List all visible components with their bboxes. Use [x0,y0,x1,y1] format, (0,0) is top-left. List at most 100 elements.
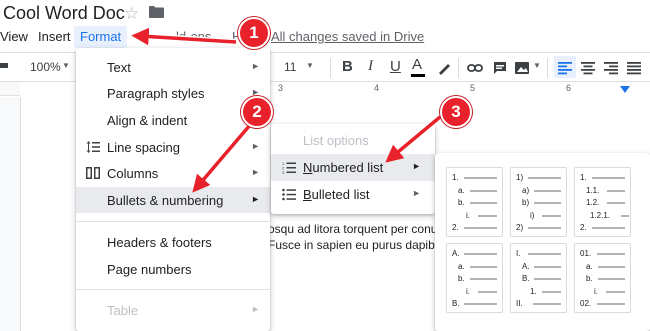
menu-item-paragraph-styles[interactable]: Paragraph styles ► [76,80,270,106]
document-title[interactable]: Cool Word Doc [3,3,125,24]
preset-line-placeholder [470,265,497,268]
preset-line: 1.2.1. [575,211,630,221]
menu-view[interactable]: View [0,29,28,44]
preset-line-placeholder [534,265,561,268]
text-color-button[interactable]: A [411,56,425,77]
preset-line-placeholder [607,189,625,192]
menu-item-label: Text [107,60,131,75]
preset-marker: I. [516,249,521,258]
list-preset[interactable]: I. A. B. 1. II. [510,243,567,313]
preset-marker: i. [594,286,598,296]
align-center-icon[interactable] [580,60,596,76]
preset-line: 2. [575,223,630,233]
preset-line: 1.2. [575,198,630,208]
justify-icon[interactable] [626,60,642,76]
preset-line-placeholder [478,290,497,293]
menu-item-line-spacing[interactable]: Line spacing ► [76,134,270,160]
menu-add-ons[interactable]: ld-ons [176,29,211,44]
preset-line-placeholder [592,177,625,179]
folder-icon[interactable] [149,6,164,18]
preset-line: B. [447,299,502,309]
menu-insert[interactable]: Insert [38,29,71,44]
menu-item-headers-footers[interactable]: Headers & footers [76,229,270,255]
preset-line: i. [575,287,630,297]
preset-line: A. [447,249,502,259]
preset-marker: i. [466,286,470,296]
preset-line: A. [511,262,566,272]
align-left-icon[interactable] [557,60,573,76]
preset-line-placeholder [542,214,561,217]
save-status-link[interactable]: All changes saved in Drive [271,29,424,44]
menu-item-label: Page numbers [107,262,192,277]
menu-item-bulleted-list[interactable]: Bulleted list ► [271,181,435,208]
columns-icon [86,167,100,179]
star-icon[interactable]: ☆ [124,4,139,24]
text-color-bar [411,74,425,77]
insert-image-icon[interactable] [514,60,530,76]
callout-badge-3: 3 [440,96,472,128]
menu-item-page-numbers[interactable]: Page numbers [76,256,270,282]
font-size-select[interactable]: 11 [284,60,296,74]
comment-icon[interactable] [492,60,508,76]
menu-item-text[interactable]: Text ► [76,54,270,80]
preset-line-placeholder [528,227,561,229]
preset-line-placeholder [464,303,497,305]
preset-marker: a. [458,261,465,271]
preset-line: i) [511,211,566,221]
list-preset[interactable]: A. a. b. i. B. [446,243,503,313]
menu-item-numbered-list[interactable]: 1 2 3 Numbered list ► [271,154,435,181]
preset-marker: 2. [580,223,587,232]
preset-marker: b. [586,274,593,283]
numbered-list-presets: 1. a. b. i. 2. 1) a) b) i) 2) 1. 1.1. 1.2. 1.2.1. 2.… [435,153,650,331]
submenu-arrow-icon: ► [412,161,421,171]
list-preset[interactable]: 1) a) b) i) 2) [510,167,567,237]
menu-item-bullets-numbering[interactable]: Bullets & numbering ► [76,187,270,213]
preset-line: b) [511,198,566,208]
menu-format[interactable]: Format [74,26,128,48]
preset-line: 2) [511,223,566,233]
italic-button[interactable]: I [368,58,373,75]
menu-item-label: Columns [107,166,159,181]
preset-line-placeholder [470,189,497,192]
preset-marker: 1.2. [586,198,600,207]
callout-badge-2: 2 [241,96,273,128]
list-preset[interactable]: 1. 1.1. 1.2. 1.2.1. 2. [574,167,631,237]
right-indent-marker[interactable] [620,86,630,93]
list-preset[interactable]: 1. a. b. i. 2. [446,167,503,237]
align-right-icon[interactable] [603,60,619,76]
preset-line: B. [511,274,566,284]
preset-line-placeholder [607,202,625,204]
paint-format-icon[interactable] [0,60,10,76]
preset-marker: II. [516,299,523,308]
preset-line: a. [575,262,630,272]
zoom-dropdown-icon[interactable]: ▼ [62,61,70,70]
preset-line-placeholder [478,214,497,217]
image-dropdown-icon[interactable]: ▼ [533,61,541,70]
preset-marker: 1. [452,173,459,182]
menu-item-label: Paragraph styles [107,86,205,101]
zoom-select[interactable]: 100% [30,60,61,74]
font-size-dropdown-icon[interactable]: ▼ [306,61,314,70]
svg-text:3: 3 [282,170,285,174]
preset-line: a. [447,262,502,272]
highlight-icon[interactable] [436,60,452,76]
preset-line: 1.1. [575,186,630,196]
menu-item-table: Table ► [76,297,270,323]
preset-line: 1. [447,173,502,183]
line-spacing-icon [86,141,100,153]
preset-marker: 2. [452,223,459,232]
menu-divider [76,289,270,290]
preset-line: i. [447,287,502,297]
preset-line-placeholder [470,278,497,280]
bold-button[interactable]: B [342,58,353,75]
link-icon[interactable] [467,60,483,76]
preset-marker: 1.1. [586,185,600,195]
submenu-arrow-icon: ► [251,167,260,177]
preset-line: 1. [511,287,566,297]
ruler-number: 5 [470,83,476,93]
underline-button[interactable]: U [390,58,401,75]
format-menu: Text ► Paragraph styles ► Align & indent… [76,48,270,331]
preset-marker: A. [452,249,460,258]
list-preset[interactable]: 01. a. b. i. 02. [574,243,631,313]
menu-item-columns[interactable]: Columns ► [76,160,270,186]
